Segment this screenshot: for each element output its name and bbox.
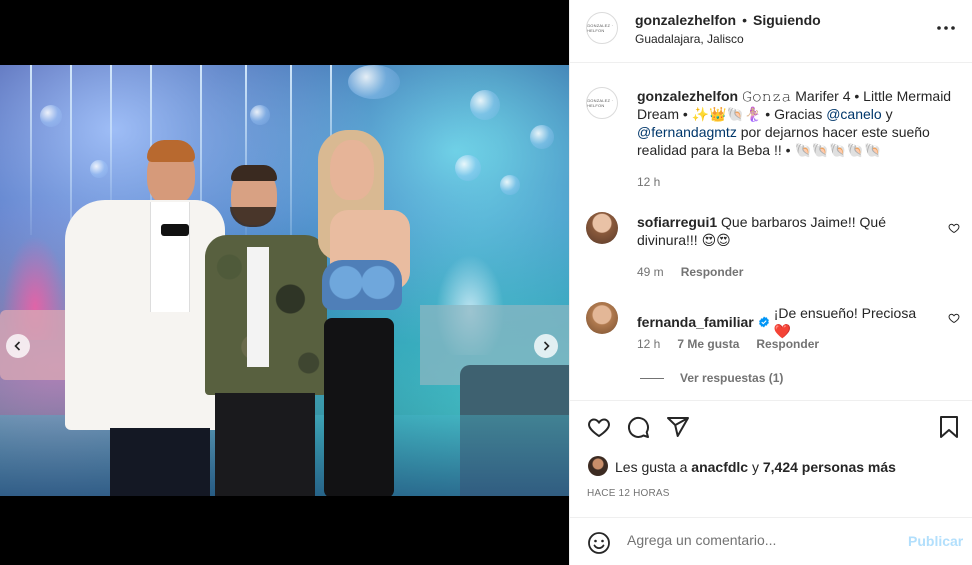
post-timestamp[interactable]: HACE 12 HORAS bbox=[587, 488, 670, 499]
reply-button[interactable]: Responder bbox=[681, 265, 744, 279]
post-media-pane bbox=[0, 0, 569, 565]
caption-time[interactable]: 12 h bbox=[637, 175, 660, 189]
carousel-prev-button[interactable] bbox=[6, 334, 30, 358]
comment-likes-count[interactable]: 7 Me gusta bbox=[677, 337, 739, 351]
caption-mention[interactable]: @fernandagmtz bbox=[637, 124, 737, 140]
comment-like-heart-icon[interactable] bbox=[948, 222, 960, 234]
caption-text-part: y bbox=[881, 106, 893, 122]
heart-icon[interactable] bbox=[586, 415, 612, 439]
decor-bubble bbox=[500, 175, 520, 195]
person-mermaid-top bbox=[310, 130, 430, 496]
chevron-right-icon bbox=[543, 341, 550, 351]
post-caption: gonzalezhelfon 𝙶𝚘𝚗𝚣𝚊 Marifer 4 • Little … bbox=[637, 87, 957, 159]
decor-bubble bbox=[470, 90, 500, 120]
view-replies-button[interactable]: Ver respuestas (1) bbox=[640, 371, 783, 385]
comment-item: sofiarregui1 Que barbaros Jaime!! Qué di… bbox=[637, 213, 937, 249]
comment-username[interactable]: fernanda_familiar bbox=[637, 313, 754, 331]
bookmark-icon[interactable] bbox=[938, 415, 960, 439]
caption-logo-text: GONZALEZ · HELFON bbox=[587, 98, 614, 108]
commenter-avatar[interactable] bbox=[586, 302, 618, 334]
comment-time[interactable]: 49 m bbox=[637, 265, 664, 279]
likes-user[interactable]: anacfdlc bbox=[691, 459, 748, 475]
add-comment-bar: Publicar bbox=[570, 517, 972, 565]
comment-username[interactable]: sofiarregui1 bbox=[637, 214, 717, 230]
caption-username[interactable]: gonzalezhelfon bbox=[637, 88, 738, 104]
likes-middle: y bbox=[748, 459, 763, 475]
post-location[interactable]: Guadalajara, Jalisco bbox=[635, 32, 744, 46]
person-white-tuxedo bbox=[65, 140, 225, 496]
liker-avatar[interactable] bbox=[588, 456, 608, 476]
author-username[interactable]: gonzalezhelfon bbox=[635, 12, 736, 28]
decor-bubble bbox=[40, 105, 62, 127]
decor-bubble bbox=[530, 125, 554, 149]
comment-meta: 12 h 7 Me gusta Responder bbox=[637, 337, 819, 351]
verified-badge-icon bbox=[758, 316, 769, 328]
replies-divider-line bbox=[640, 377, 664, 379]
decor-bubble bbox=[250, 105, 270, 125]
likes-count[interactable]: 7,424 personas más bbox=[763, 459, 896, 475]
post-details-panel: GONZALEZ · HELFON gonzalezhelfon • Sigui… bbox=[569, 0, 972, 565]
more-options-icon[interactable] bbox=[936, 24, 956, 32]
post-actions-section: Les gusta a anacfdlc y 7,424 personas má… bbox=[570, 400, 972, 518]
likes-prefix: Les gusta a bbox=[615, 459, 692, 475]
comment-text: ¡De ensueño! Preciosa ❤️ bbox=[773, 305, 917, 339]
decor-bubble bbox=[455, 155, 481, 181]
follow-status-button[interactable]: Siguiendo bbox=[753, 12, 821, 28]
caption-author-avatar[interactable]: GONZALEZ · HELFON bbox=[586, 87, 618, 119]
author-logo-text: GONZALEZ · HELFON bbox=[587, 23, 614, 33]
share-icon[interactable] bbox=[666, 415, 690, 439]
commenter-avatar[interactable] bbox=[586, 212, 618, 244]
chevron-left-icon bbox=[14, 341, 21, 351]
view-replies-label: Ver respuestas (1) bbox=[680, 371, 784, 385]
comment-like-heart-icon[interactable] bbox=[948, 312, 960, 324]
emoji-icon[interactable] bbox=[587, 531, 611, 555]
post-header: GONZALEZ · HELFON gonzalezhelfon • Sigui… bbox=[570, 0, 972, 63]
post-photo[interactable] bbox=[0, 65, 569, 496]
reply-button[interactable]: Responder bbox=[756, 337, 819, 351]
comment-item: fernanda_familiar ¡De ensueño! Preciosa … bbox=[637, 304, 937, 340]
comment-time[interactable]: 12 h bbox=[637, 337, 660, 351]
comment-meta: 49 m Responder bbox=[637, 265, 743, 279]
likes-summary: Les gusta a anacfdlc y 7,424 personas má… bbox=[615, 459, 896, 475]
comment-input[interactable] bbox=[627, 532, 897, 548]
caption-mention[interactable]: @canelo bbox=[826, 106, 881, 122]
carousel-next-button[interactable] bbox=[534, 334, 558, 358]
decor-strand bbox=[30, 65, 32, 235]
decor-bubble bbox=[348, 65, 400, 99]
comment-icon[interactable] bbox=[626, 415, 650, 439]
separator-dot: • bbox=[742, 12, 748, 28]
publish-button[interactable]: Publicar bbox=[908, 533, 963, 549]
author-avatar[interactable]: GONZALEZ · HELFON bbox=[586, 12, 618, 44]
